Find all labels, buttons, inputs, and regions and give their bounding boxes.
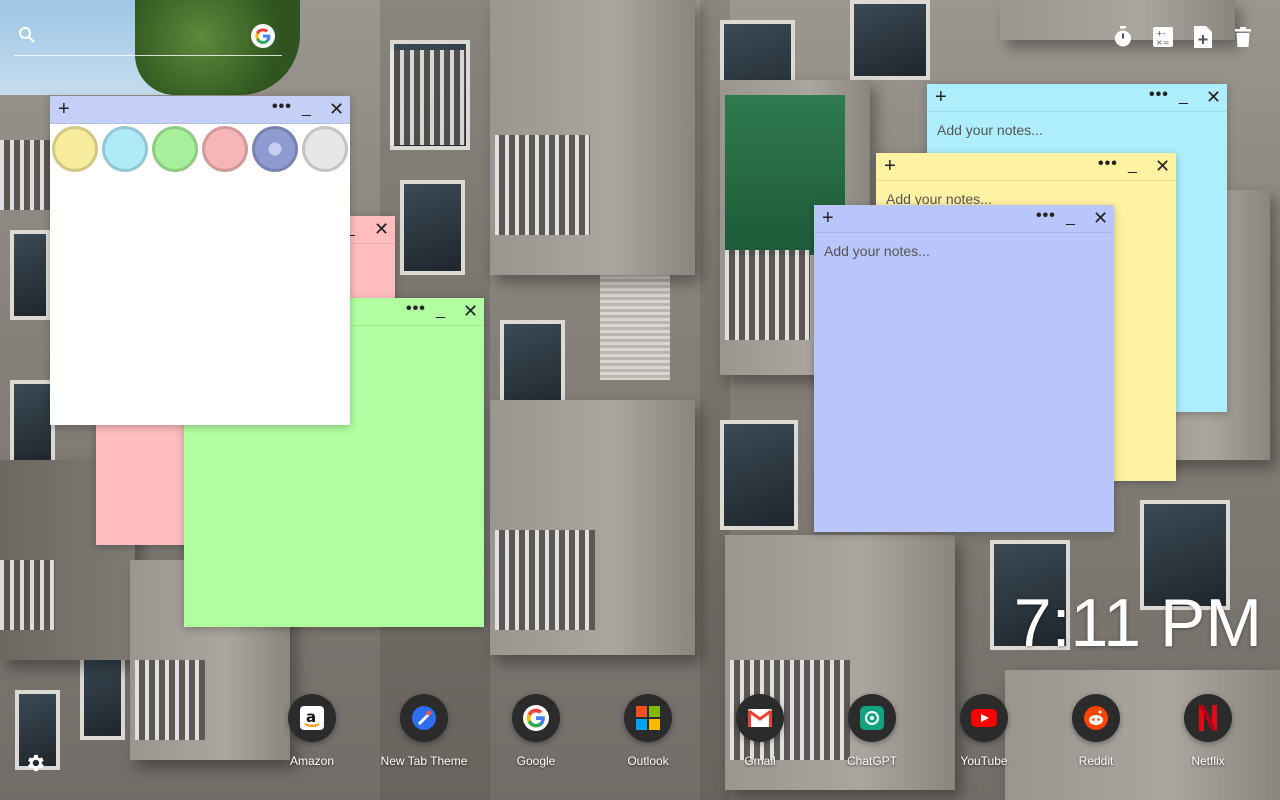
shortcut-youtube[interactable]: YouTube [936,694,1032,768]
calculator-icon[interactable]: +- ×= [1152,26,1174,48]
minimize-button[interactable]: _ [1128,157,1137,175]
more-options-button[interactable]: ••• [1098,156,1118,172]
trash-icon[interactable] [1232,26,1254,48]
shortcut-new-tab-theme[interactable]: New Tab Theme [376,694,472,768]
shortcut-label: Amazon [289,754,335,768]
color-swatch-pink[interactable] [202,126,248,172]
color-swatch-gray[interactable] [302,126,348,172]
shortcut-label: Reddit [1078,754,1114,768]
reddit-icon [1072,694,1120,742]
color-palette [50,124,350,174]
amazon-icon: a [288,694,336,742]
note-toolbar: + ••• _ ✕ [814,205,1114,233]
shortcut-label: Google [516,754,556,768]
shortcut-label: Outlook [627,754,669,768]
add-document-icon[interactable] [1192,26,1214,48]
shortcut-label: ChatGPT [846,754,897,768]
svg-text:a: a [306,708,316,726]
more-options-button[interactable]: ••• [1036,208,1056,224]
shortcut-label: Netflix [1191,754,1225,768]
youtube-icon [960,694,1008,742]
color-swatch-blue-selected[interactable] [252,126,298,172]
close-button[interactable]: ✕ [463,301,478,322]
minimize-button[interactable]: _ [1066,209,1075,227]
close-button[interactable]: ✕ [1093,208,1108,229]
gear-icon[interactable] [24,752,48,776]
shortcut-netflix[interactable]: Netflix [1160,694,1256,768]
chatgpt-icon [848,694,896,742]
add-note-button[interactable]: + [935,87,947,107]
svg-text:×=: ×= [1156,38,1169,47]
add-note-button[interactable]: + [822,208,834,228]
shortcut-chatgpt[interactable]: ChatGPT [824,694,920,768]
minimize-button[interactable]: _ [302,100,311,118]
gmail-icon [736,694,784,742]
note-toolbar: + ••• _ ✕ [50,96,350,124]
more-options-button[interactable]: ••• [272,99,292,115]
new-tab-theme-icon [400,694,448,742]
note-toolbar: + ••• _ ✕ [927,84,1227,112]
minimize-button[interactable]: _ [1179,88,1188,106]
more-options-button[interactable]: ••• [406,301,426,317]
shortcut-google[interactable]: Google [488,694,584,768]
note-textarea[interactable] [814,233,1114,532]
color-swatch-green[interactable] [152,126,198,172]
shortcut-amazon[interactable]: a Amazon [264,694,360,768]
top-toolbar: +- ×= [1112,26,1254,48]
google-icon[interactable] [251,24,275,48]
shortcut-label: Gmail [744,754,776,768]
color-swatch-yellow[interactable] [52,126,98,172]
shortcut-gmail[interactable]: Gmail [712,694,808,768]
color-swatch-cyan[interactable] [102,126,148,172]
add-note-button[interactable]: + [884,156,896,176]
close-button[interactable]: ✕ [329,99,344,120]
more-options-button[interactable]: ••• [1149,87,1169,103]
svg-text:+-: +- [1156,29,1166,38]
close-button[interactable]: ✕ [374,219,389,240]
shortcut-label: New Tab Theme [380,754,468,768]
search-input[interactable] [46,24,246,50]
outlook-icon [624,694,672,742]
minimize-button[interactable]: _ [436,302,445,320]
search-bar [14,24,282,56]
timer-icon[interactable] [1112,26,1134,48]
google-icon [512,694,560,742]
shortcut-reddit[interactable]: Reddit [1048,694,1144,768]
search-icon[interactable] [18,26,36,44]
netflix-icon [1184,694,1232,742]
close-button[interactable]: ✕ [1206,87,1221,108]
shortcut-outlook[interactable]: Outlook [600,694,696,768]
note-toolbar: + ••• _ ✕ [876,153,1176,181]
shortcut-label: YouTube [960,754,1008,768]
close-button[interactable]: ✕ [1155,156,1170,177]
sticky-note-white: + ••• _ ✕ [50,96,350,425]
clock: 7:11 PM [1013,585,1262,661]
sticky-note-blue: + ••• _ ✕ [814,205,1114,532]
add-note-button[interactable]: + [58,99,70,119]
